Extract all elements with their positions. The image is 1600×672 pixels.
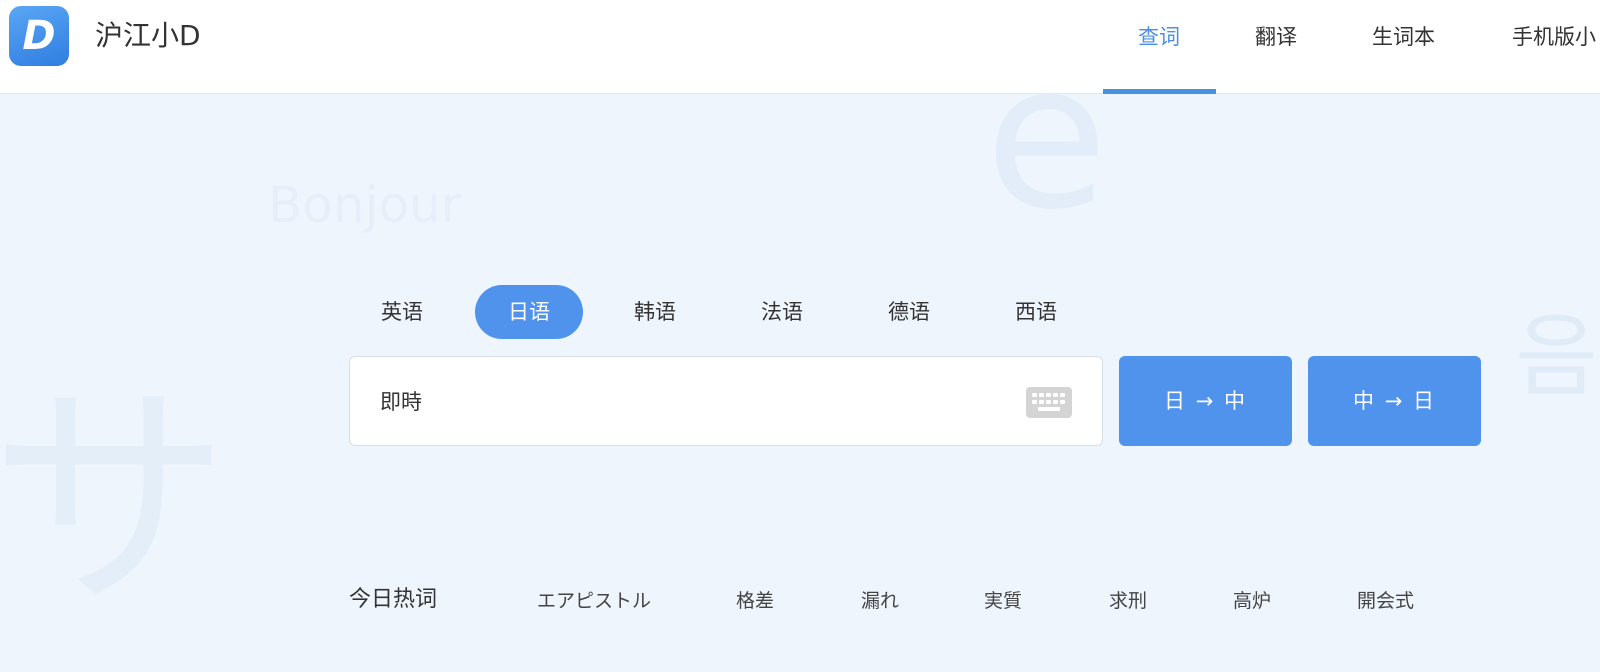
hot-word[interactable]: エアピストル <box>537 587 651 615</box>
search-input[interactable] <box>380 379 1020 423</box>
lang-tab-english[interactable]: 英语 <box>348 285 456 339</box>
nav-item-translate[interactable]: 翻译 <box>1255 22 1297 52</box>
lang-tab-german[interactable]: 德语 <box>855 285 963 339</box>
hot-word[interactable]: 漏れ <box>861 587 899 615</box>
hot-word[interactable]: 実質 <box>984 587 1022 615</box>
keyboard-icon[interactable] <box>1026 387 1072 418</box>
nav-active-indicator <box>1103 89 1216 94</box>
lang-tab-japanese[interactable]: 日语 <box>475 285 583 339</box>
top-header: D 沪江小D 查词 翻译 生词本 手机版小 <box>0 0 1600 94</box>
lang-tab-french[interactable]: 法语 <box>728 285 836 339</box>
hot-word[interactable]: 高炉 <box>1233 587 1271 615</box>
nav-item-mobile[interactable]: 手机版小 <box>1512 22 1596 52</box>
hot-word[interactable]: 開会式 <box>1357 587 1414 615</box>
ja-to-zh-button[interactable]: 日 → 中 <box>1119 356 1292 446</box>
hot-words-label: 今日热词 <box>349 587 438 612</box>
logo-letter: D <box>22 13 56 59</box>
app-logo[interactable]: D <box>9 6 69 66</box>
lang-tab-spanish[interactable]: 西语 <box>982 285 1090 339</box>
bg-letter-eum: 음 <box>1515 304 1598 409</box>
main-nav: 查词 翻译 生词本 手机版小 <box>1100 0 1600 94</box>
zh-to-ja-button[interactable]: 中 → 日 <box>1308 356 1481 446</box>
bg-letter-sa: サ <box>0 360 231 640</box>
lang-tab-korean[interactable]: 韩语 <box>601 285 709 339</box>
search-box <box>349 356 1103 446</box>
hot-word[interactable]: 求刑 <box>1109 587 1147 615</box>
nav-item-wordbook[interactable]: 生词本 <box>1372 22 1435 52</box>
nav-item-lookup[interactable]: 查词 <box>1138 22 1180 52</box>
hot-word[interactable]: 格差 <box>736 587 774 615</box>
bg-text-bonjour: Bonjour <box>268 176 462 234</box>
app-title: 沪江小D <box>95 19 201 52</box>
